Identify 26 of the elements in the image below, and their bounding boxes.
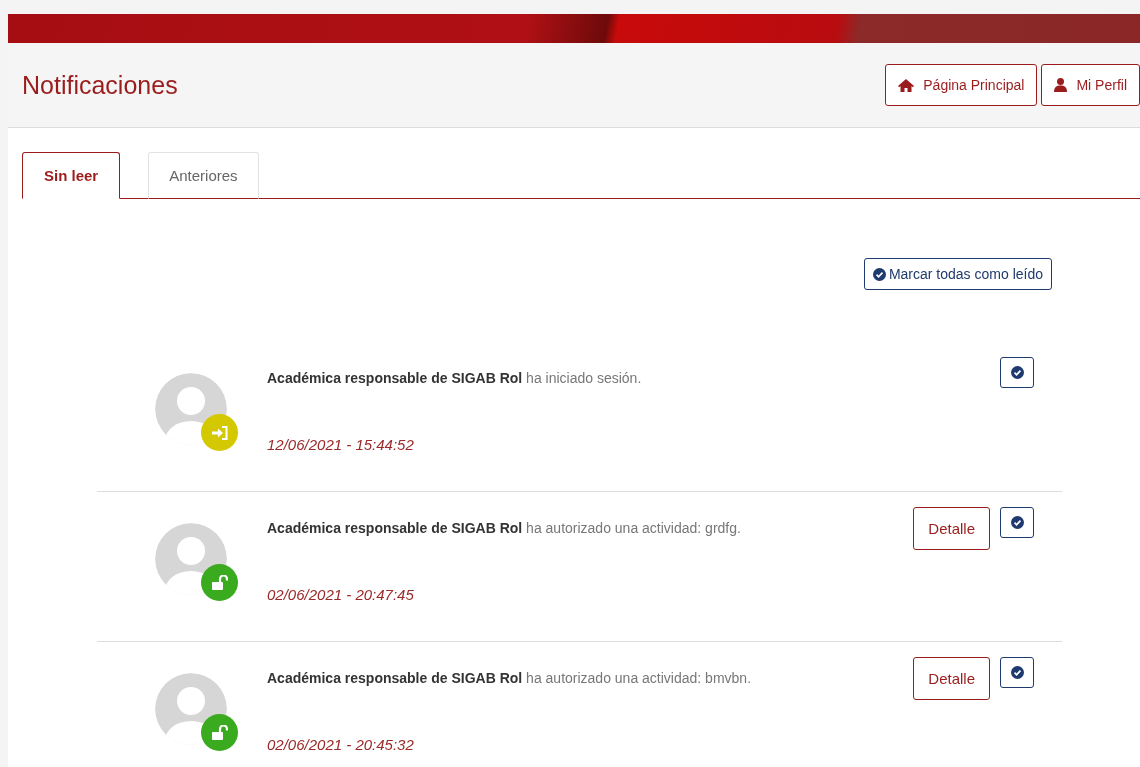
home-button[interactable]: Página Principal	[885, 64, 1038, 106]
home-icon	[898, 78, 915, 92]
unlock-icon	[211, 725, 228, 740]
check-circle-icon	[1010, 366, 1024, 379]
notification-message: Académica responsable de SIGAB Rol ha iniciado sesión.	[267, 370, 643, 386]
check-circle-icon	[1010, 666, 1024, 679]
check-circle-icon	[872, 267, 886, 281]
mark-all-read-button[interactable]: Marcar todas como leído	[863, 258, 1052, 290]
notification-time: 02/06/2021 - 20:47:45	[267, 586, 415, 603]
page-title: Notificaciones	[22, 70, 178, 100]
user-icon	[1054, 78, 1068, 92]
tab[interactable]: Anteriores	[148, 152, 259, 199]
mark-read-button[interactable]	[1000, 657, 1034, 688]
tab[interactable]: Sin leer	[22, 152, 121, 199]
notification-message: Académica responsable de SIGAB Rol ha autorizado una actividad: bmvbn.	[267, 670, 752, 686]
profile-button[interactable]: Mi Perfil	[1041, 64, 1140, 106]
notification-time: 02/06/2021 - 20:45:32	[267, 736, 415, 753]
detail-button[interactable]: Detalle	[913, 507, 990, 550]
sign-in-icon	[211, 425, 228, 440]
unlock-icon	[211, 575, 228, 590]
notification-message: Académica responsable de SIGAB Rol ha autorizado una actividad: grdfg.	[267, 520, 742, 536]
check-circle-icon	[1010, 516, 1024, 529]
mark-read-button[interactable]	[1000, 357, 1034, 388]
mark-read-button[interactable]	[1000, 507, 1034, 538]
detail-button[interactable]: Detalle	[913, 657, 990, 700]
notification-time: 12/06/2021 - 15:44:52	[267, 436, 415, 453]
